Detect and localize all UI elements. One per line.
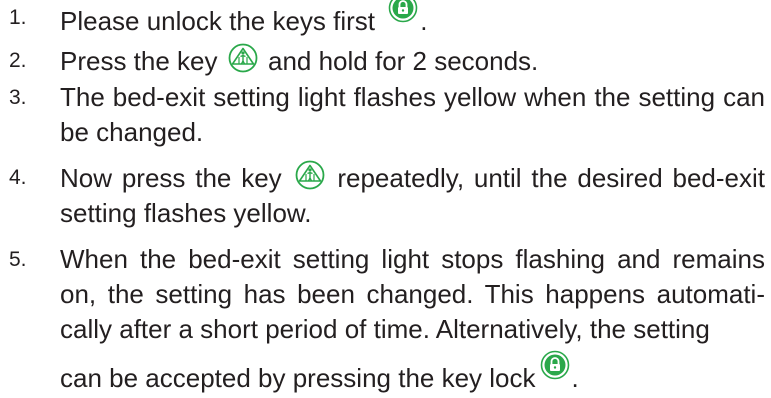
step-3: 3. The bed-exit setting light flashes ye… <box>0 80 771 150</box>
step-1: 1. Please unlock the keys first . <box>0 0 771 39</box>
step-text: Now press the key <box>60 163 282 193</box>
bed-exit-key-icon <box>294 160 326 190</box>
step-text: Please unlock the keys first <box>60 6 376 36</box>
step-text: When the bed-exit setting light stops fl… <box>60 244 765 344</box>
step-number: 4. <box>9 166 27 189</box>
step-5: 5. When the bed-exit setting light stops… <box>0 242 771 396</box>
step-text: and hold for 2 seconds. <box>267 46 539 76</box>
step-text-last-line: can be accepted by pressing the key lock… <box>60 350 765 396</box>
instruction-steps: 1. Please unlock the keys first . 2. Pre… <box>0 0 771 396</box>
lock-icon <box>540 350 570 380</box>
step-text: The bed-exit setting light flashes yello… <box>60 82 765 147</box>
step-text: Press the key <box>60 46 218 76</box>
bed-exit-key-icon <box>227 43 259 73</box>
step-number: 2. <box>9 49 27 72</box>
step-text: can be accepted by pressing the key lock <box>60 363 536 393</box>
step-text-end: . <box>420 6 428 36</box>
step-number: 3. <box>9 86 27 109</box>
step-2: 2. Press the key and hold for 2 seconds. <box>0 43 771 79</box>
step-number: 5. <box>9 248 27 271</box>
lock-icon <box>388 0 418 23</box>
step-number: 1. <box>9 6 27 29</box>
step-text-end: . <box>571 363 579 393</box>
step-4: 4. Now press the key repeatedly, until t… <box>0 160 771 231</box>
